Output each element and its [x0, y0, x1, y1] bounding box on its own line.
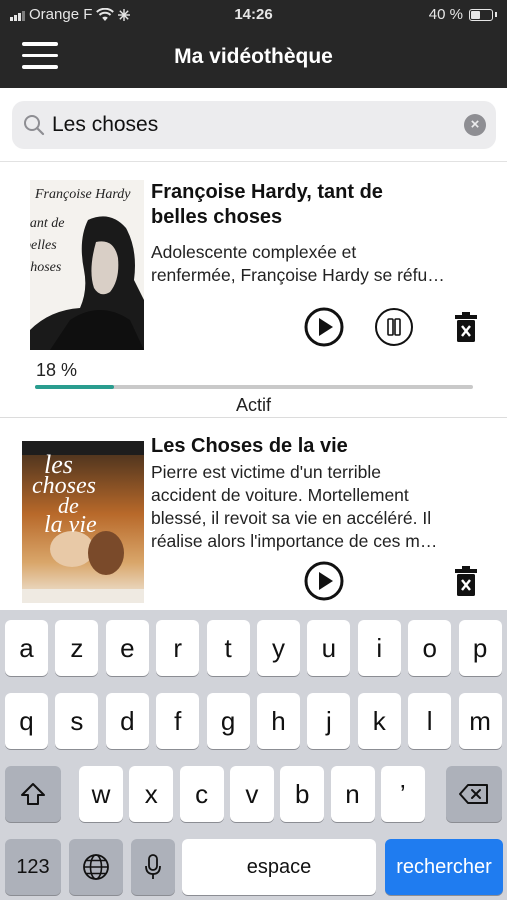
space-key[interactable]: espace — [182, 839, 376, 895]
key-c[interactable]: c — [179, 766, 224, 822]
key-g[interactable]: g — [206, 693, 250, 749]
key-b[interactable]: b — [280, 766, 325, 822]
poster-text: tant de — [30, 216, 65, 231]
keyboard: azertyuiop qsdfghjklm w x c v b n’ 123 espace… — [0, 610, 507, 900]
poster-image: les choses de la vie — [22, 441, 144, 603]
key-z[interactable]: z — [55, 620, 99, 676]
key-j[interactable]: j — [307, 693, 351, 749]
search-icon — [24, 115, 45, 136]
item-status: Actif — [235, 395, 271, 415]
microphone-icon — [145, 854, 161, 879]
backspace-key[interactable] — [446, 766, 502, 822]
dictation-key[interactable] — [131, 839, 175, 895]
clear-search-button[interactable]: × — [464, 114, 486, 136]
key-i[interactable]: i — [357, 620, 401, 676]
item-description: Adolescente complexée et renfermée, Fran… — [151, 242, 445, 285]
key-k[interactable]: k — [357, 693, 401, 749]
key-r[interactable]: r — [156, 620, 200, 676]
key-s[interactable]: s — [55, 693, 99, 749]
download-progress-bar — [35, 385, 473, 389]
key-apostrophe[interactable]: ’ — [380, 766, 425, 822]
key-d[interactable]: d — [105, 693, 149, 749]
key-h[interactable]: h — [257, 693, 300, 749]
backspace-icon — [459, 784, 488, 804]
key-p[interactable]: p — [458, 620, 502, 676]
item-title: Françoise Hardy, tant de belles choses — [151, 181, 383, 228]
search-field[interactable]: × — [12, 101, 496, 149]
play-icon[interactable] — [304, 561, 344, 601]
item-description: Pierre est victime d'un terrible acciden… — [151, 462, 438, 551]
battery-percent: 40 % — [428, 6, 463, 23]
search-bar: × — [0, 88, 507, 162]
poster-text: Françoise Hardy — [35, 187, 131, 202]
poster-text: la vie — [44, 512, 97, 538]
page-title: Ma vidéothèque — [174, 45, 333, 68]
delete-icon[interactable] — [454, 311, 478, 343]
key-a[interactable]: a — [5, 620, 48, 676]
key-m[interactable]: m — [458, 693, 502, 749]
key-o[interactable]: o — [408, 620, 452, 676]
app-header: Orange F 14:26 40 % Ma vidéothèque — [0, 0, 507, 88]
key-y[interactable]: y — [257, 620, 300, 676]
results-list: Françoise Hardy tant de belles choses Fr… — [0, 163, 507, 610]
progress-percent: 18 % — [36, 360, 78, 380]
poster-image: Françoise Hardy tant de belles choses — [30, 180, 144, 350]
list-item[interactable]: Françoise Hardy tant de belles choses Fr… — [0, 163, 507, 418]
pause-icon[interactable] — [374, 307, 414, 347]
item-title: Les Choses de la vie — [151, 435, 348, 457]
shift-icon — [21, 783, 45, 805]
key-n[interactable]: n — [330, 766, 375, 822]
key-e[interactable]: e — [105, 620, 149, 676]
delete-icon[interactable] — [454, 565, 478, 597]
numbers-key[interactable]: 123 — [5, 839, 61, 895]
poster-text: belles — [30, 238, 57, 253]
key-x[interactable]: x — [129, 766, 174, 822]
key-l[interactable]: l — [408, 693, 452, 749]
search-key[interactable]: rechercher — [385, 839, 503, 895]
key-u[interactable]: u — [307, 620, 351, 676]
globe-icon — [83, 854, 109, 880]
globe-key[interactable] — [69, 839, 123, 895]
key-w[interactable]: w — [79, 766, 123, 822]
battery: 40 % — [429, 6, 497, 23]
key-v[interactable]: v — [229, 766, 274, 822]
key-t[interactable]: t — [206, 620, 250, 676]
status-bar: Orange F 14:26 40 % — [0, 0, 507, 30]
play-icon[interactable] — [304, 307, 344, 347]
close-icon: × — [470, 116, 480, 133]
key-f[interactable]: f — [156, 693, 200, 749]
shift-key[interactable] — [5, 766, 61, 822]
search-input[interactable] — [52, 107, 452, 143]
progress-fill — [35, 385, 114, 389]
battery-icon — [469, 8, 493, 21]
key-q[interactable]: q — [5, 693, 48, 749]
poster-text: choses — [30, 260, 62, 275]
